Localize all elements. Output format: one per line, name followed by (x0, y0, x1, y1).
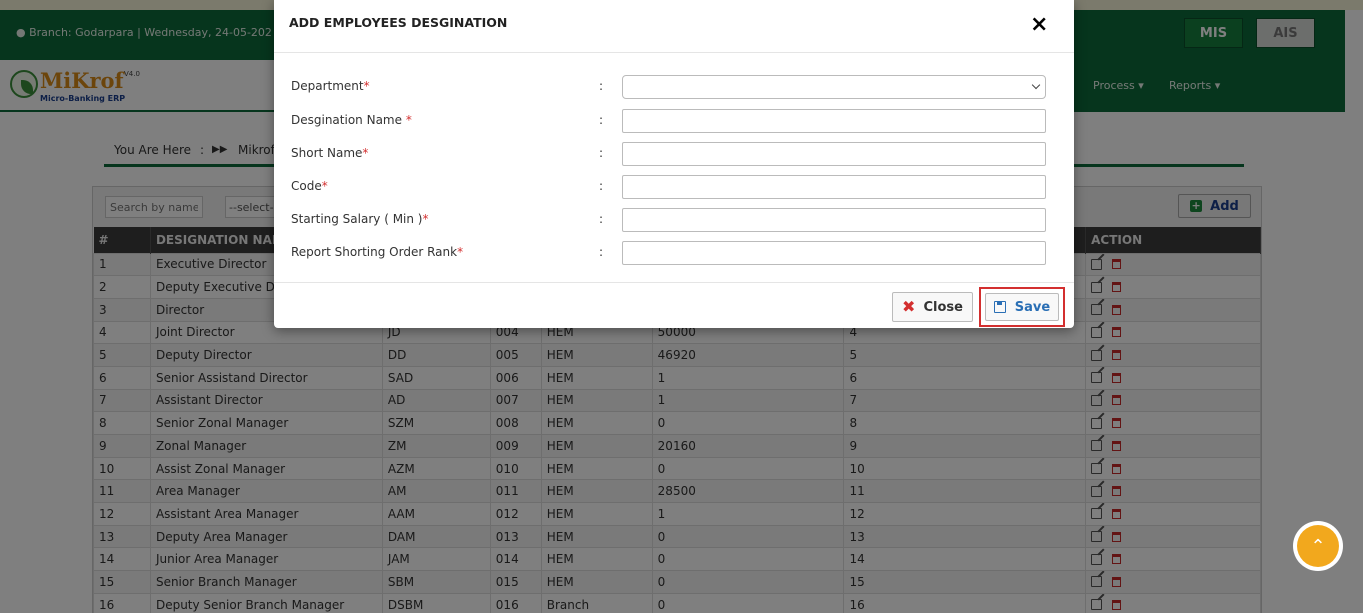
x-icon: ✖ (902, 297, 916, 316)
designation-name-label: Desgination Name * (291, 113, 412, 127)
designation-name-input[interactable] (622, 109, 1046, 133)
close-icon[interactable]: × (1030, 13, 1048, 37)
short-name-label: Short Name* (291, 146, 369, 160)
order-rank-label: Report Shorting Order Rank* (291, 245, 464, 259)
field-row-department: Department* : (274, 75, 1074, 99)
code-label: Code* (291, 179, 328, 193)
field-colon: : (599, 245, 604, 259)
scroll-to-top-button[interactable]: ⌃ (1293, 521, 1343, 571)
field-colon: : (599, 146, 604, 160)
chevron-up-icon: ⌃ (1297, 525, 1339, 567)
save-highlight: Save (979, 287, 1065, 327)
field-row-starting-salary: Starting Salary ( Min )* : (274, 208, 1074, 232)
field-colon: : (599, 179, 604, 193)
short-name-input[interactable] (622, 142, 1046, 166)
field-row-designation-name: Desgination Name * : (274, 109, 1074, 133)
modal-header: ADD EMPLOYEES DESGINATION × (274, 0, 1074, 53)
code-input[interactable] (622, 175, 1046, 199)
field-row-code: Code* : (274, 175, 1074, 199)
department-select[interactable] (622, 75, 1046, 99)
field-row-order-rank: Report Shorting Order Rank* : (274, 241, 1074, 265)
add-designation-modal: ADD EMPLOYEES DESGINATION × Department* … (274, 0, 1074, 328)
floppy-disk-icon (993, 301, 1006, 313)
department-label: Department* (291, 79, 370, 93)
field-colon: : (599, 79, 604, 93)
save-button[interactable]: Save (985, 293, 1059, 321)
close-label: Close (923, 299, 963, 315)
modal-footer: ✖ Close Save (274, 282, 1074, 328)
order-rank-input[interactable] (622, 241, 1046, 265)
field-colon: : (599, 212, 604, 226)
save-label: Save (1014, 299, 1051, 315)
field-row-short-name: Short Name* : (274, 142, 1074, 166)
modal-title: ADD EMPLOYEES DESGINATION (289, 15, 508, 30)
close-button[interactable]: ✖ Close (892, 292, 973, 322)
starting-salary-input[interactable] (622, 208, 1046, 232)
starting-salary-label: Starting Salary ( Min )* (291, 212, 429, 226)
field-colon: : (599, 113, 604, 127)
chevron-down-icon (1031, 80, 1041, 90)
